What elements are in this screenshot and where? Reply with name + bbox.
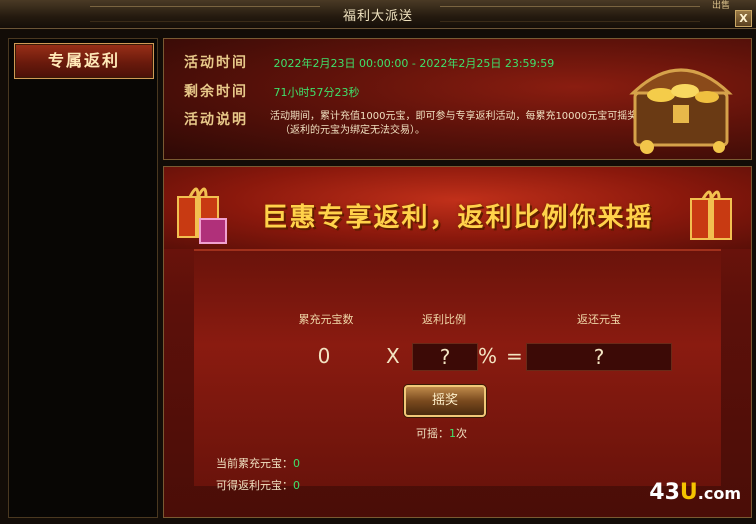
spin-button[interactable]: 摇奖: [404, 385, 486, 417]
spin-remaining-count: 1: [449, 427, 456, 440]
rebate-ratio-box: ?: [412, 343, 478, 371]
description-label: 活动说明: [184, 112, 248, 128]
current-accumulated-value: 0: [293, 457, 300, 470]
spin-remaining-unit: 次: [456, 427, 467, 440]
bonus-window: 福利大派送 出售 X 专属返利 活动时间 2022年2月23日 00:00:00…: [0, 0, 756, 524]
current-accumulated-row: 当前累充元宝：0: [216, 455, 300, 471]
gainable-rebate-label: 可得返利元宝：: [216, 479, 293, 492]
remaining-time-value: 71小时57分23秒: [273, 86, 360, 99]
percent-sign: %: [478, 344, 498, 368]
site-watermark: 43U.com: [649, 480, 741, 505]
accumulated-header: 累充元宝数: [298, 313, 354, 326]
watermark-part-3: .com: [697, 484, 741, 503]
remaining-time-label: 剩余时间: [184, 84, 248, 100]
remaining-time-row: 剩余时间 71小时57分23秒: [184, 81, 360, 101]
window-title: 福利大派送: [342, 9, 413, 24]
sidebar: 专属返利: [8, 38, 158, 518]
current-accumulated-label: 当前累充元宝：: [216, 457, 293, 470]
watermark-part-2: U: [679, 480, 698, 505]
spin-remaining-label: 可摇：: [416, 427, 449, 440]
rebate-main-panel: 巨惠专享返利，返利比例你来摇 累充元宝数 返利比例 返还元宝 0 X ? % =…: [163, 166, 752, 518]
tab-exclusive-rebate[interactable]: 专属返利: [14, 43, 154, 79]
activity-info-panel: 活动时间 2022年2月23日 00:00:00 - 2022年2月25日 23…: [163, 38, 752, 160]
treasure-chest-icon: [629, 68, 733, 154]
activity-time-value: 2022年2月23日 00:00:00 - 2022年2月25日 23:59:5…: [273, 57, 555, 70]
activity-time-row: 活动时间 2022年2月23日 00:00:00 - 2022年2月25日 23…: [184, 52, 554, 72]
equals-sign: =: [506, 344, 523, 368]
activity-time-label: 活动时间: [184, 55, 248, 71]
gainable-rebate-row: 可得返利元宝：0: [216, 477, 300, 493]
corner-mark: 出售: [711, 1, 730, 11]
close-button[interactable]: X: [735, 10, 752, 27]
times-sign: X: [386, 344, 400, 368]
description-row: 活动说明: [184, 109, 270, 129]
returned-box: ?: [526, 343, 672, 371]
accumulated-value: 0: [317, 344, 331, 368]
gainable-rebate-value: 0: [293, 479, 300, 492]
returned-header: 返还元宝: [577, 313, 621, 326]
banner-headline: 巨惠专享返利，返利比例你来摇: [261, 203, 654, 233]
spin-remaining: 可摇：1次: [416, 425, 467, 441]
banner: 巨惠专享返利，返利比例你来摇: [164, 167, 751, 249]
rebate-ratio-header: 返利比例: [422, 313, 466, 326]
title-bar[interactable]: 福利大派送 出售 X: [0, 0, 756, 29]
watermark-part-1: 43: [649, 480, 680, 505]
